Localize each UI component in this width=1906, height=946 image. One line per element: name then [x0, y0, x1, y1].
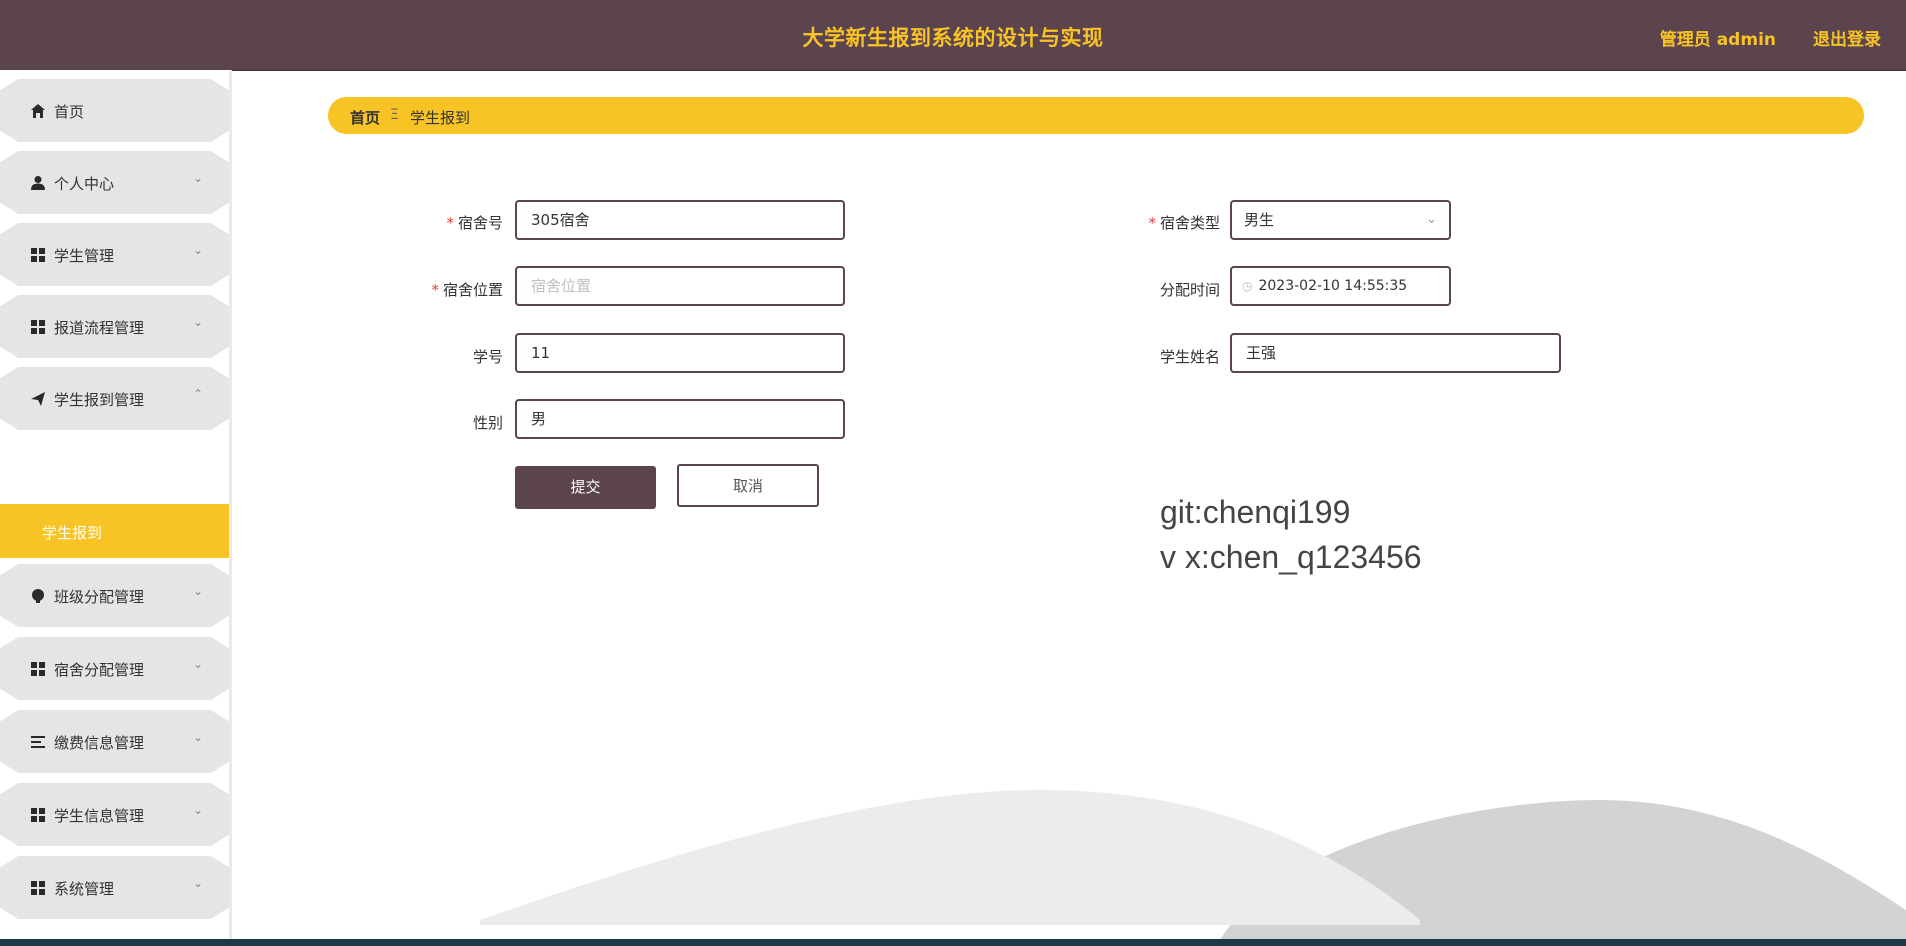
chevron-down-icon: ⌄	[192, 171, 203, 185]
required-marker: *	[446, 214, 454, 232]
assign-time-input[interactable]: ◷ 2023-02-10 14:55:35	[1230, 266, 1451, 306]
chevron-up-icon: ⌃	[192, 387, 203, 401]
chevron-down-icon: ⌄	[192, 243, 203, 257]
chevron-down-icon: ⌄	[192, 876, 203, 890]
breadcrumb-home[interactable]: 首页	[350, 107, 380, 128]
send-icon	[30, 391, 46, 407]
breadcrumb: 首页 Ξ 学生报到	[328, 97, 1864, 134]
student-no-label: 学号	[472, 348, 503, 366]
app-title: 大学新生报到系统的设计与实现	[802, 26, 1104, 50]
assign-time-value: 2023-02-10 14:55:35	[1258, 278, 1408, 294]
breadcrumb-separator: Ξ	[390, 107, 399, 123]
bottom-bar	[0, 939, 1906, 946]
sidebar-item-label: 学生管理	[54, 247, 115, 265]
chevron-down-icon: ⌄	[192, 584, 203, 598]
sidebar-subitem-label: 学生报到	[42, 524, 103, 542]
dorm-type-select[interactable]: 男生 ⌄	[1230, 200, 1451, 240]
grid-icon	[30, 661, 46, 677]
sidebar-item-label: 宿舍分配管理	[54, 661, 145, 679]
sidebar-item-dorm-management[interactable]: 宿舍分配管理 ⌄	[0, 637, 229, 700]
dorm-type-label: * 宿舍类型	[1148, 214, 1220, 232]
gender-input[interactable]: 男	[515, 399, 845, 439]
list-icon	[30, 734, 46, 750]
sidebar-item-process-management[interactable]: 报道流程管理 ⌄	[0, 295, 229, 358]
chevron-down-icon: ⌄	[192, 730, 203, 744]
student-name-input[interactable]: 王强	[1230, 333, 1561, 373]
sidebar-item-class-management[interactable]: 班级分配管理 ⌄	[0, 564, 229, 627]
grid-icon	[30, 319, 46, 335]
sidebar-item-label: 系统管理	[54, 880, 115, 898]
sidebar-item-personal-center[interactable]: 个人中心 ⌄	[0, 151, 229, 214]
sidebar: 首页 个人中心 ⌄ 学生管理 ⌄ 报道流程管理 ⌄ 学生报到管理 ⌃ 学生报到	[0, 70, 232, 940]
cancel-button[interactable]: 取消	[677, 464, 819, 507]
breadcrumb-current: 学生报到	[410, 109, 471, 127]
grid-icon	[30, 807, 46, 823]
dorm-type-value: 男生	[1244, 211, 1275, 229]
sidebar-item-label: 学生信息管理	[54, 807, 145, 825]
dorm-location-label: * 宿舍位置	[431, 281, 503, 299]
bulb-icon	[30, 588, 46, 604]
sidebar-item-registration-management[interactable]: 学生报到管理 ⌃	[0, 367, 229, 430]
required-marker: *	[1148, 214, 1156, 232]
top-header: 大学新生报到系统的设计与实现 管理员 admin 退出登录	[0, 0, 1906, 71]
gender-label: 性别	[472, 414, 503, 432]
watermark-line-2: v x:chen_q123456	[1160, 539, 1422, 575]
required-marker: *	[431, 281, 439, 299]
chevron-down-icon: ⌄	[192, 657, 203, 671]
dorm-location-input[interactable]: 宿舍位置	[515, 266, 845, 306]
decorative-hills	[480, 790, 1906, 940]
sidebar-item-label: 班级分配管理	[54, 588, 145, 606]
chevron-down-icon: ⌄	[192, 315, 203, 329]
sidebar-item-label: 个人中心	[54, 175, 115, 193]
grid-icon	[30, 880, 46, 896]
dorm-no-label: * 宿舍号	[446, 214, 503, 232]
sidebar-item-label: 报道流程管理	[54, 319, 145, 337]
clock-icon: ◷	[1242, 279, 1253, 293]
sidebar-item-label: 学生报到管理	[54, 391, 145, 409]
home-icon	[30, 103, 46, 119]
sidebar-subitem-student-registration[interactable]: 学生报到	[0, 504, 229, 558]
chevron-down-icon: ⌄	[1426, 212, 1437, 227]
user-icon	[30, 175, 46, 191]
student-no-input[interactable]: 11	[515, 333, 845, 373]
submit-button[interactable]: 提交	[515, 466, 656, 509]
assign-time-label: 分配时间	[1159, 281, 1220, 299]
student-name-label: 学生姓名	[1159, 348, 1220, 366]
sidebar-item-student-management[interactable]: 学生管理 ⌄	[0, 223, 229, 286]
dorm-no-input[interactable]: 305宿舍	[515, 200, 845, 240]
chevron-down-icon: ⌄	[192, 803, 203, 817]
logout-button[interactable]: 退出登录	[1813, 25, 1881, 50]
sidebar-item-student-info-management[interactable]: 学生信息管理 ⌄	[0, 783, 229, 846]
sidebar-item-home[interactable]: 首页	[0, 79, 229, 142]
grid-icon	[30, 247, 46, 263]
sidebar-item-system-management[interactable]: 系统管理 ⌄	[0, 856, 229, 919]
watermark-line-1: git:chenqi199	[1160, 494, 1351, 530]
admin-label: 管理员 admin	[1659, 30, 1776, 50]
sidebar-item-fee-management[interactable]: 缴费信息管理 ⌄	[0, 710, 229, 773]
sidebar-item-label: 首页	[54, 103, 85, 121]
sidebar-item-label: 缴费信息管理	[54, 734, 145, 752]
